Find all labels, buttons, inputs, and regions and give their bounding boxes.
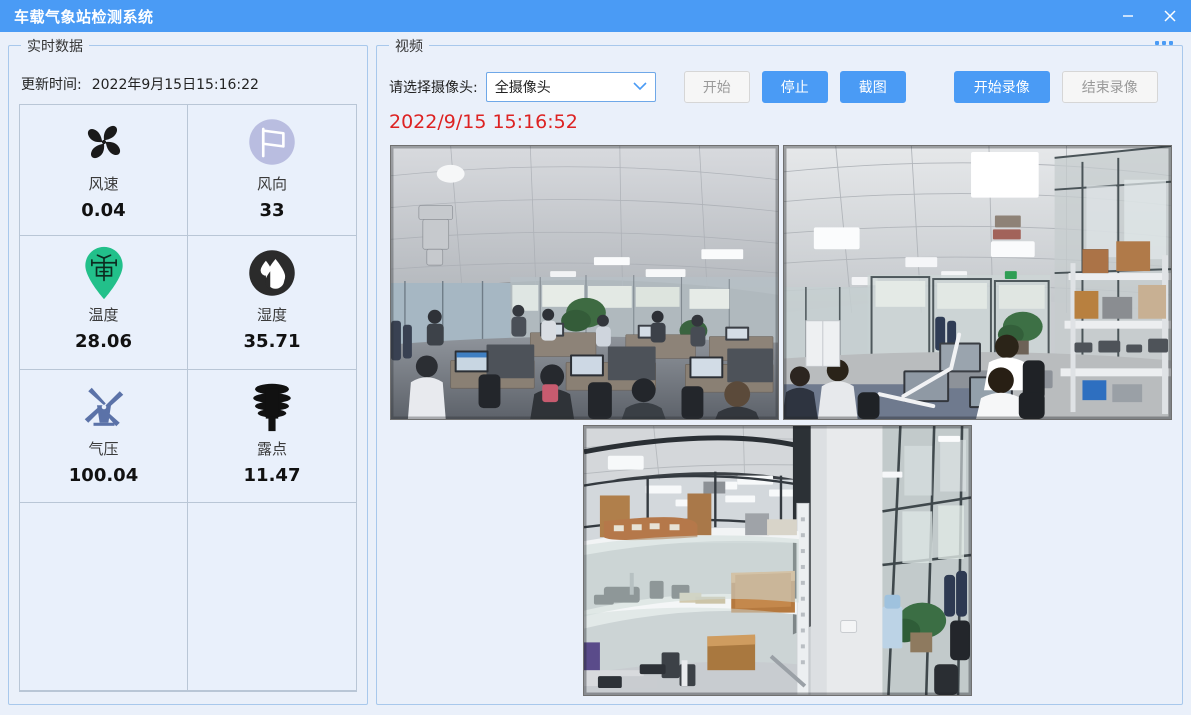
chevron-down-icon bbox=[633, 80, 647, 95]
camera-select-label: 请选择摄像头: bbox=[389, 80, 478, 96]
stop-record-button[interactable]: 结束录像 bbox=[1061, 71, 1158, 103]
video-feed-1[interactable] bbox=[390, 145, 779, 420]
metric-name: 气压 bbox=[88, 440, 119, 458]
video-feed-2[interactable] bbox=[783, 145, 1172, 420]
metric-value: 100.04 bbox=[68, 465, 139, 486]
metric-value: 35.71 bbox=[243, 331, 301, 352]
windmill-icon bbox=[76, 378, 132, 436]
update-time-value: 2022年9月15日15:16:22 bbox=[91, 77, 259, 93]
video-feed-3-image bbox=[584, 426, 971, 695]
metric-name: 温度 bbox=[88, 306, 119, 324]
realtime-data-legend: 实时数据 bbox=[21, 36, 89, 56]
update-time-label: 更新时间: bbox=[21, 77, 82, 93]
metric-name: 风速 bbox=[88, 175, 119, 193]
metric-cell-empty-2 bbox=[188, 503, 356, 691]
metric-cell-windspeed[interactable]: 风速 0.04 bbox=[20, 105, 188, 236]
video-legend: 视频 bbox=[389, 36, 429, 56]
video-group: 视频 请选择摄像头: 全摄像头 开始 停止 截图 开始录像 结束录像 2022/… bbox=[376, 36, 1183, 705]
camera-select-value: 全摄像头 bbox=[494, 80, 551, 96]
metric-cell-pressure[interactable]: 气压 100.04 bbox=[20, 370, 188, 503]
metric-cell-winddirection[interactable]: 风向 33 bbox=[188, 105, 356, 236]
fan-icon bbox=[76, 113, 132, 171]
title-bar: 车载气象站检测系统 bbox=[0, 0, 1191, 32]
metric-cell-dewpoint[interactable]: 露点 11.47 bbox=[188, 370, 356, 503]
humidity-drop-icon bbox=[244, 244, 300, 302]
video-feed-2-image bbox=[784, 146, 1171, 419]
snapshot-button[interactable]: 截图 bbox=[839, 71, 906, 103]
update-time-row: 更新时间: 2022年9月15日15:16:22 bbox=[21, 74, 259, 94]
metric-cell-empty-1 bbox=[20, 503, 188, 691]
window-title: 车载气象站检测系统 bbox=[14, 7, 154, 26]
video-timestamp: 2022/9/15 15:16:52 bbox=[389, 111, 578, 133]
metric-name: 湿度 bbox=[256, 306, 287, 324]
camera-toolbar: 请选择摄像头: 全摄像头 开始 停止 截图 开始录像 结束录像 bbox=[389, 71, 1158, 103]
metric-value: 11.47 bbox=[243, 465, 301, 486]
metric-value: 33 bbox=[259, 200, 285, 221]
metric-value: 0.04 bbox=[81, 200, 126, 221]
video-feed-3[interactable] bbox=[583, 425, 972, 696]
close-icon bbox=[1164, 10, 1176, 22]
stop-button[interactable]: 停止 bbox=[761, 71, 828, 103]
start-record-button[interactable]: 开始录像 bbox=[953, 71, 1050, 103]
radiation-shield-icon bbox=[247, 378, 297, 436]
minimize-icon bbox=[1123, 15, 1133, 17]
metric-name: 风向 bbox=[256, 175, 287, 193]
metric-name: 露点 bbox=[256, 440, 287, 458]
realtime-data-group: 实时数据 更新时间: 2022年9月15日15:16:22 风速 0.04 风向… bbox=[8, 36, 368, 705]
video-feed-1-image bbox=[391, 146, 778, 419]
metric-value: 28.06 bbox=[75, 331, 132, 352]
metric-cell-temperature[interactable]: 温度 28.06 bbox=[20, 236, 188, 370]
metrics-grid: 风速 0.04 风向 33 温度 28.06 湿度 35.71 气压 100.0… bbox=[19, 104, 357, 692]
minimize-button[interactable] bbox=[1107, 0, 1149, 32]
start-button[interactable]: 开始 bbox=[683, 71, 750, 103]
camera-select[interactable]: 全摄像头 bbox=[485, 72, 656, 102]
close-button[interactable] bbox=[1149, 0, 1191, 32]
metric-cell-humidity[interactable]: 湿度 35.71 bbox=[188, 236, 356, 370]
flag-icon bbox=[244, 113, 300, 171]
weather-station-pin-icon bbox=[81, 244, 127, 302]
